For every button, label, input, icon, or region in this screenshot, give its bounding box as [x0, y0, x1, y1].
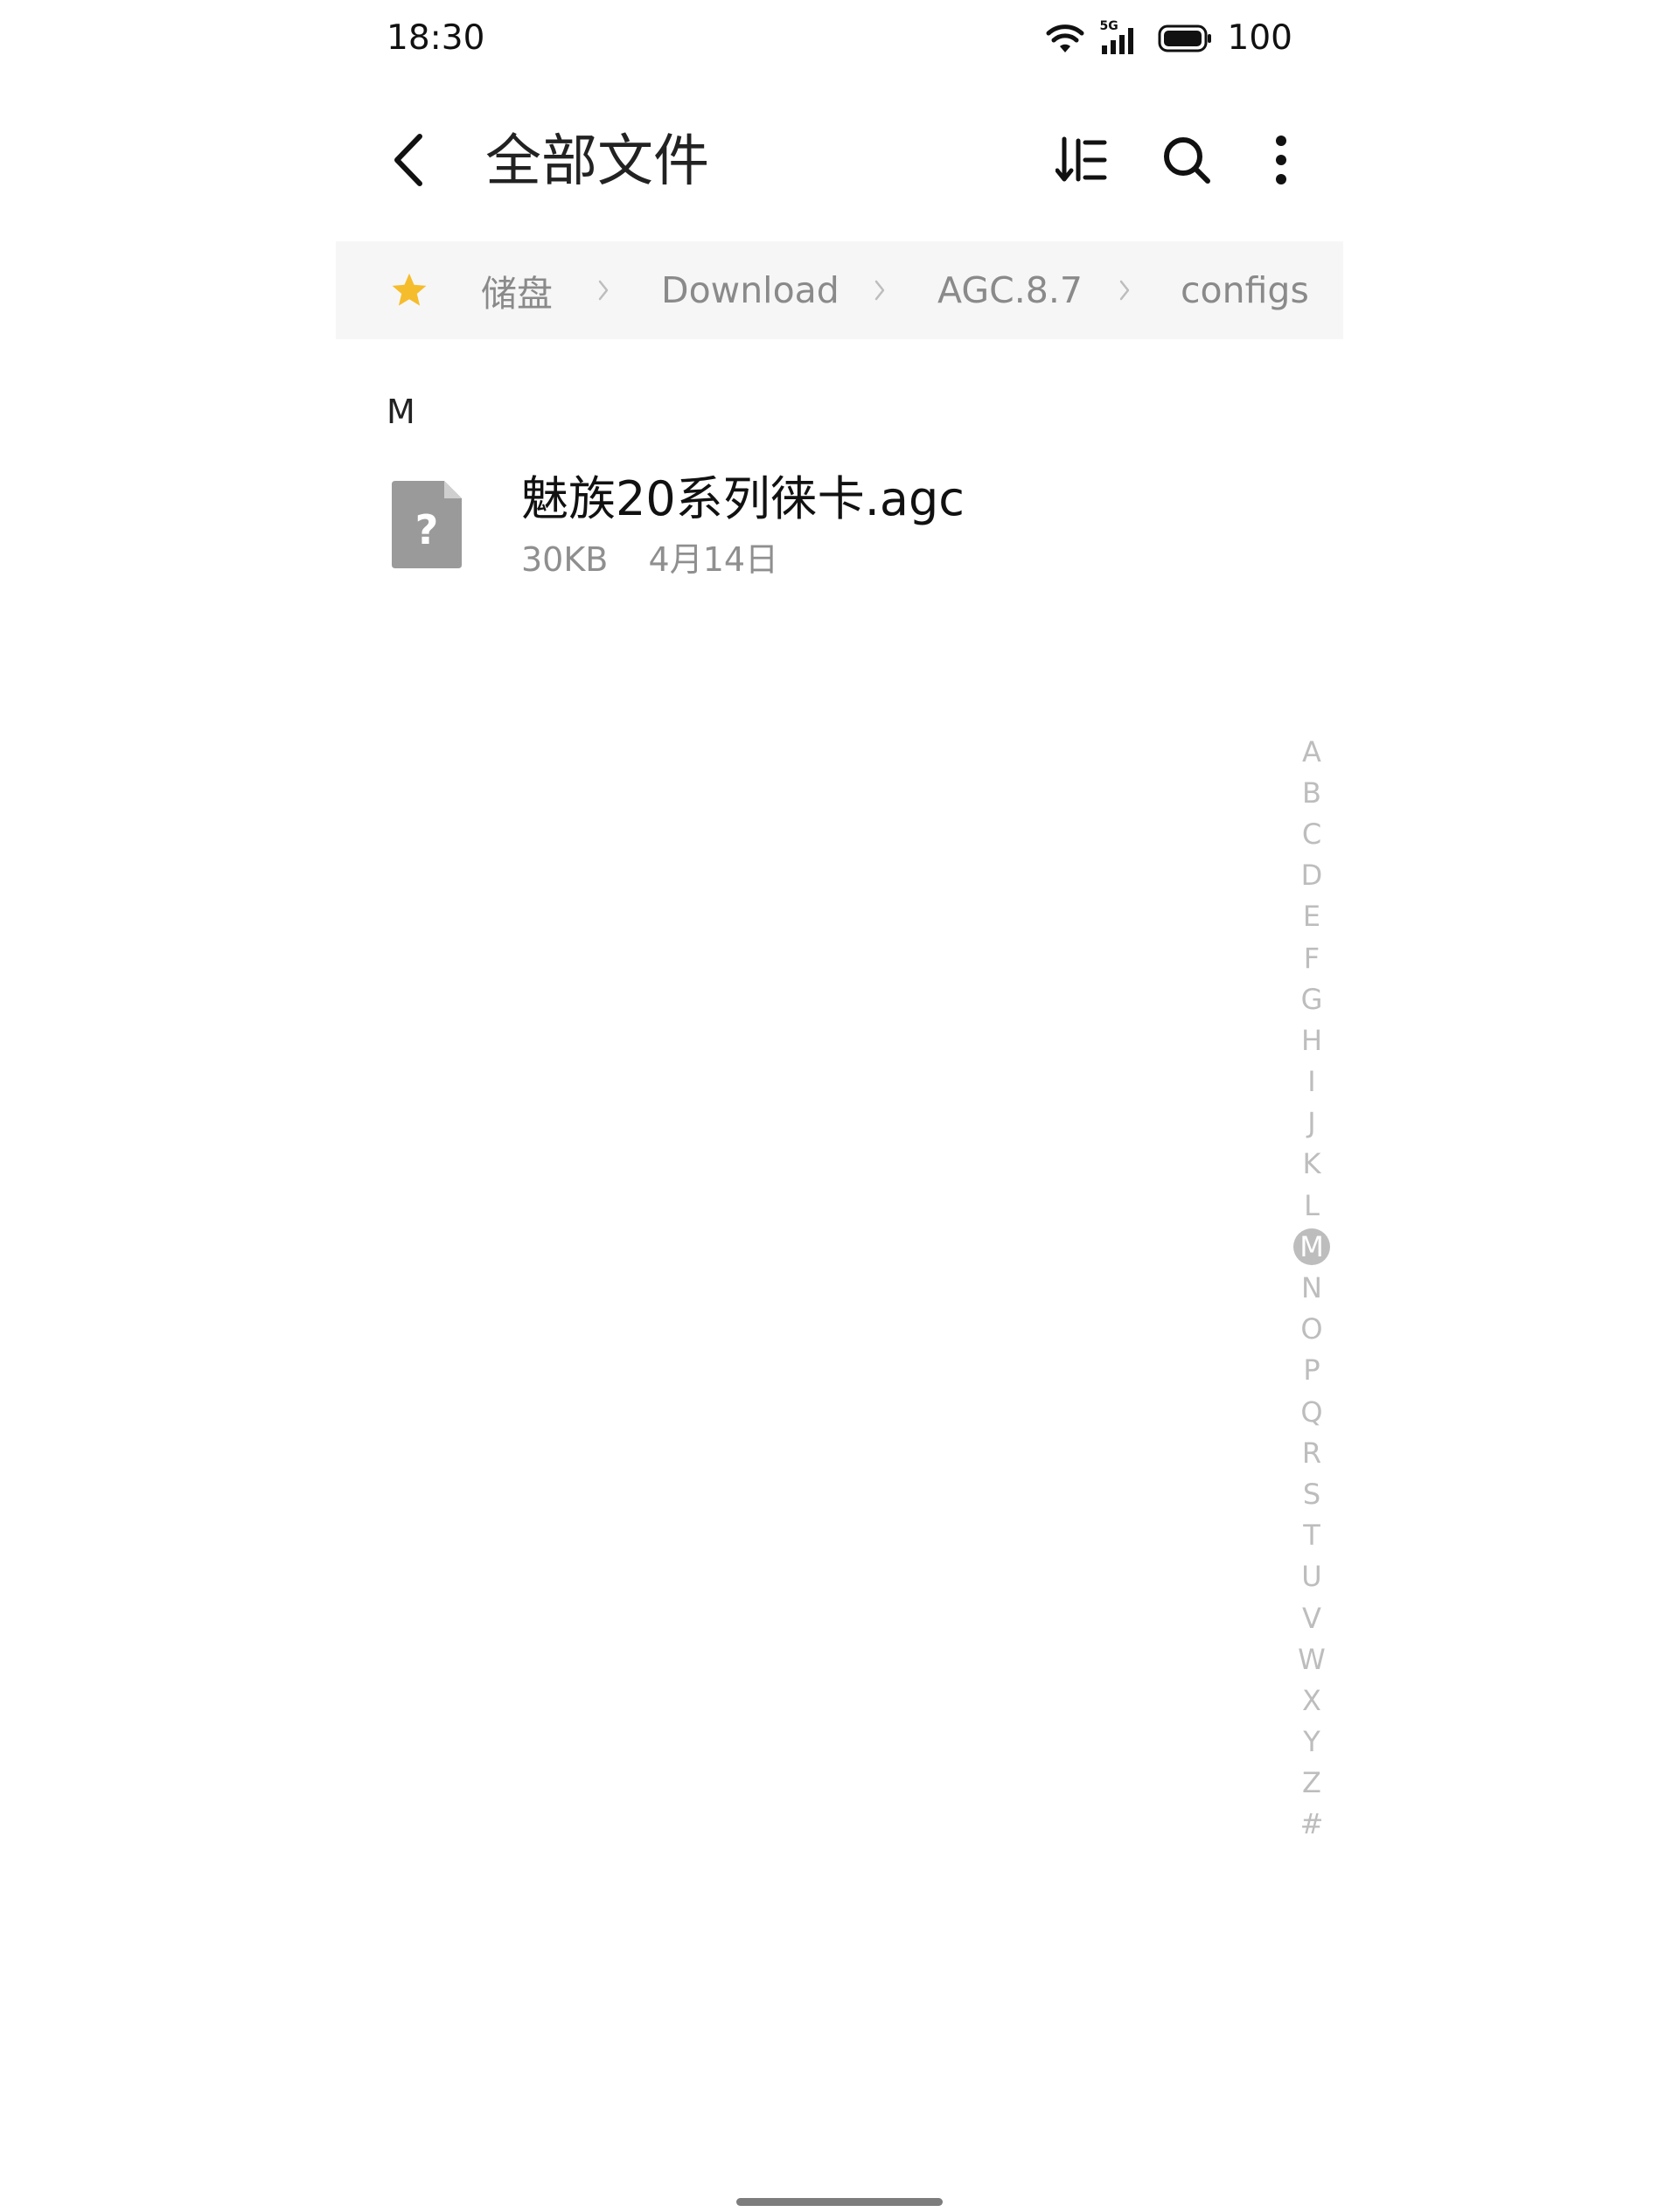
file-date: 4月14日 [648, 540, 779, 579]
alphabet-index-letter[interactable]: J [1292, 1103, 1331, 1144]
alphabet-letter-text: S [1302, 1477, 1321, 1511]
wifi-icon [1046, 24, 1084, 52]
alphabet-index-letter[interactable]: Y [1292, 1722, 1331, 1763]
alphabet-index-letter[interactable]: H [1292, 1019, 1331, 1061]
battery-icon [1158, 24, 1211, 52]
alphabet-index-letter[interactable]: I [1292, 1061, 1331, 1103]
breadcrumb-item-storage[interactable]: 储盘 [481, 241, 553, 339]
file-meta: 30KB 4月14日 [521, 537, 778, 582]
sort-button[interactable] [1051, 129, 1112, 191]
alphabet-index-letter[interactable]: U [1292, 1556, 1331, 1597]
alphabet-index-letter[interactable]: X [1292, 1680, 1331, 1721]
battery-percent: 100 [1227, 18, 1292, 58]
breadcrumb-item-download[interactable]: Download [661, 241, 840, 339]
alphabet-index-letter[interactable]: T [1292, 1515, 1331, 1556]
alphabet-index-letter[interactable]: P [1292, 1350, 1331, 1391]
alphabet-index-letter[interactable]: R [1292, 1432, 1331, 1473]
chevron-right-icon [874, 280, 885, 301]
alphabet-letter-text: J [1307, 1106, 1316, 1140]
alphabet-letter-text: I [1307, 1065, 1316, 1099]
breadcrumb-item-configs[interactable]: configs [1181, 241, 1309, 339]
alphabet-index-letter[interactable]: # [1292, 1804, 1331, 1845]
alphabet-letter-text: Z [1302, 1766, 1321, 1800]
alphabet-letter-text: R [1301, 1436, 1322, 1470]
alphabet-index-letter[interactable]: Z [1292, 1763, 1331, 1804]
alphabet-letter-text: Q [1300, 1395, 1323, 1429]
more-vertical-icon [1276, 136, 1286, 184]
alphabet-index-letter[interactable]: A [1292, 731, 1331, 772]
alphabet-letter-text: A [1302, 734, 1321, 769]
alphabet-index-letter[interactable]: V [1292, 1597, 1331, 1638]
file-size: 30KB [521, 540, 609, 579]
alphabet-index-letter[interactable]: O [1292, 1309, 1331, 1350]
file-name: 魅族20系列徕卡.agc [521, 471, 965, 526]
alphabet-index-letter[interactable]: L [1292, 1185, 1331, 1226]
alphabet-index-letter[interactable]: W [1292, 1638, 1331, 1680]
alphabet-letter-text: H [1300, 1023, 1323, 1057]
search-button[interactable] [1156, 129, 1217, 191]
alphabet-index-letter[interactable]: E [1292, 896, 1331, 937]
file-list-item[interactable]: ? 魅族20系列徕卡.agc 30KB 4月14日 [336, 455, 1289, 595]
back-arrow-icon [394, 134, 422, 186]
search-icon [1164, 137, 1210, 184]
alphabet-letter-text: O [1300, 1312, 1323, 1346]
alphabet-index-letter[interactable]: Q [1292, 1391, 1331, 1432]
section-header: M [387, 393, 415, 431]
unknown-file-icon: ? [392, 481, 462, 568]
status-time: 18:30 [387, 18, 485, 58]
alphabet-letter-text: B [1302, 776, 1321, 810]
sort-icon [1055, 136, 1107, 182]
more-options-button[interactable] [1251, 129, 1312, 191]
alphabet-letter-text: K [1302, 1147, 1321, 1181]
alphabet-letter-text: P [1303, 1353, 1320, 1388]
alphabet-index-letter[interactable]: G [1292, 978, 1331, 1019]
alphabet-letter-text: # [1299, 1807, 1324, 1841]
alphabet-index-letter[interactable]: N [1292, 1267, 1331, 1308]
svg-text:?: ? [415, 506, 439, 553]
page-title: 全部文件 [485, 129, 709, 194]
alphabet-index-letter[interactable]: F [1292, 937, 1331, 978]
alphabet-letter-text: N [1301, 1271, 1322, 1305]
breadcrumb: 储盘 Download AGC.8.7 configs [336, 241, 1343, 339]
cellular-5g-icon: 5G [1100, 19, 1142, 56]
back-button[interactable] [385, 131, 437, 189]
alphabet-letter-text: X [1302, 1683, 1321, 1717]
alphabet-index-letter[interactable]: S [1292, 1473, 1331, 1514]
alphabet-letter-text: U [1301, 1560, 1322, 1594]
alphabet-index-letter[interactable]: C [1292, 813, 1331, 854]
alphabet-letter-text: F [1303, 941, 1320, 975]
breadcrumb-item-agc[interactable]: AGC.8.7 [937, 241, 1083, 339]
chevron-right-icon [598, 280, 609, 301]
home-indicator[interactable] [736, 2198, 943, 2206]
alphabet-index-letter[interactable]: M [1292, 1226, 1331, 1267]
alphabet-index[interactable]: A B C D E F G H I J K L M N O P Q R S T U V W X Y Z # [1277, 731, 1347, 1845]
alphabet-letter-text: W [1298, 1642, 1326, 1676]
favorites-button[interactable] [390, 241, 428, 339]
alphabet-letter-text: C [1301, 817, 1322, 851]
alphabet-index-letter[interactable]: K [1292, 1144, 1331, 1185]
chevron-right-icon [1119, 280, 1130, 301]
alphabet-letter-text: Y [1303, 1725, 1320, 1759]
alphabet-index-letter[interactable]: B [1292, 772, 1331, 813]
alphabet-letter-text: L [1304, 1188, 1320, 1222]
alphabet-index-letter[interactable]: D [1292, 855, 1331, 896]
star-icon [392, 273, 427, 306]
alphabet-letter-text: V [1302, 1601, 1321, 1635]
alphabet-letter-text: G [1300, 982, 1323, 1016]
alphabet-letter-text: E [1302, 900, 1321, 934]
alphabet-letter-text: T [1303, 1519, 1320, 1553]
status-icons: 5G 100 [1046, 16, 1292, 61]
alphabet-letter-text: D [1300, 859, 1323, 893]
alphabet-letter-text: M [1293, 1228, 1330, 1265]
